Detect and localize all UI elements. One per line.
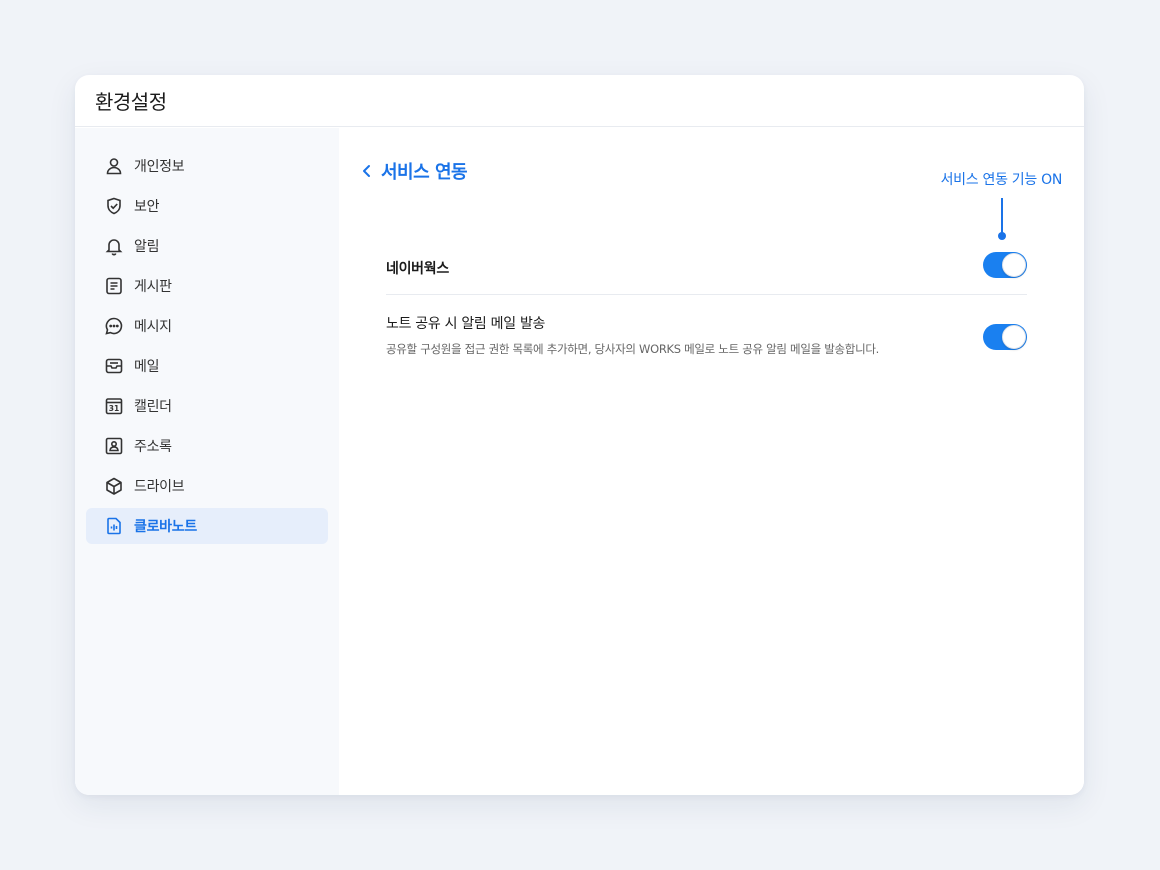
sidebar-item-label: 보안 <box>134 199 160 215</box>
chat-bubble-icon <box>104 316 124 336</box>
toggle-knob <box>1002 325 1026 349</box>
sidebar-item-security[interactable]: 보안 <box>86 188 328 224</box>
naver-works-toggle[interactable] <box>983 252 1027 278</box>
sidebar-item-label: 캘린더 <box>134 399 172 415</box>
share-mail-toggle[interactable] <box>983 324 1027 350</box>
calendar-icon-date: 31 <box>109 404 119 413</box>
sidebar-item-label: 드라이브 <box>134 479 185 495</box>
contact-card-icon <box>104 436 124 456</box>
setting-description: 공유할 구성원을 접근 권한 목록에 추가하면, 당사자의 WORKS 메일로 … <box>386 342 880 356</box>
audio-note-icon <box>104 516 124 536</box>
chevron-left-icon <box>363 165 370 177</box>
sidebar-item-mail[interactable]: 메일 <box>86 348 328 384</box>
sidebar-item-board[interactable]: 게시판 <box>86 268 328 304</box>
bell-icon <box>104 236 124 256</box>
toggle-knob <box>1002 253 1026 277</box>
sidebar-item-messages[interactable]: 메시지 <box>86 308 328 344</box>
sidebar-item-label: 알림 <box>134 239 160 255</box>
sidebar-item-notifications[interactable]: 알림 <box>86 228 328 264</box>
setting-row-naver-works: 네이버웍스 <box>386 238 1027 295</box>
sidebar-item-label: 메일 <box>134 359 160 375</box>
sidebar-item-label: 개인정보 <box>134 159 185 175</box>
sidebar-item-drive[interactable]: 드라이브 <box>86 468 328 504</box>
window-title: 환경설정 <box>95 90 167 114</box>
settings-window: 환경설정 개인정보 보안 알림 게시판 메시지 메일 31 캘린더 주소록 드라… <box>75 75 1084 795</box>
sidebar-item-label: 메시지 <box>134 319 172 335</box>
mail-icon <box>104 356 124 376</box>
calendar-icon: 31 <box>104 396 124 416</box>
setting-title: 네이버웍스 <box>386 261 449 277</box>
annotation-callout: 서비스 연동 기능 ON <box>940 172 1063 188</box>
back-button[interactable]: 서비스 연동 <box>359 158 468 184</box>
person-icon <box>104 156 124 176</box>
content-panel: 서비스 연동 서비스 연동 기능 ON 네이버웍스 노트 공유 시 알림 메일 … <box>339 128 1084 795</box>
sidebar-item-calendar[interactable]: 31 캘린더 <box>86 388 328 424</box>
annotation-line <box>1001 198 1003 234</box>
window-header: 환경설정 <box>75 75 1084 127</box>
sidebar-item-profile[interactable]: 개인정보 <box>86 148 328 184</box>
sidebar-item-clova-note[interactable]: 클로바노트 <box>86 508 328 544</box>
shield-check-icon <box>104 196 124 216</box>
sidebar-item-contacts[interactable]: 주소록 <box>86 428 328 464</box>
sidebar-item-label: 주소록 <box>134 439 172 455</box>
cube-icon <box>104 476 124 496</box>
sidebar-item-label: 게시판 <box>134 279 172 295</box>
page-title: 서비스 연동 <box>381 162 468 183</box>
board-icon <box>104 276 124 296</box>
sidebar-item-label: 클로바노트 <box>134 519 197 535</box>
setting-row-share-mail: 노트 공유 시 알림 메일 발송 공유할 구성원을 접근 권한 목록에 추가하면… <box>386 295 1027 375</box>
setting-title: 노트 공유 시 알림 메일 발송 <box>386 316 546 332</box>
sidebar: 개인정보 보안 알림 게시판 메시지 메일 31 캘린더 주소록 드라이브 클로… <box>75 128 339 795</box>
